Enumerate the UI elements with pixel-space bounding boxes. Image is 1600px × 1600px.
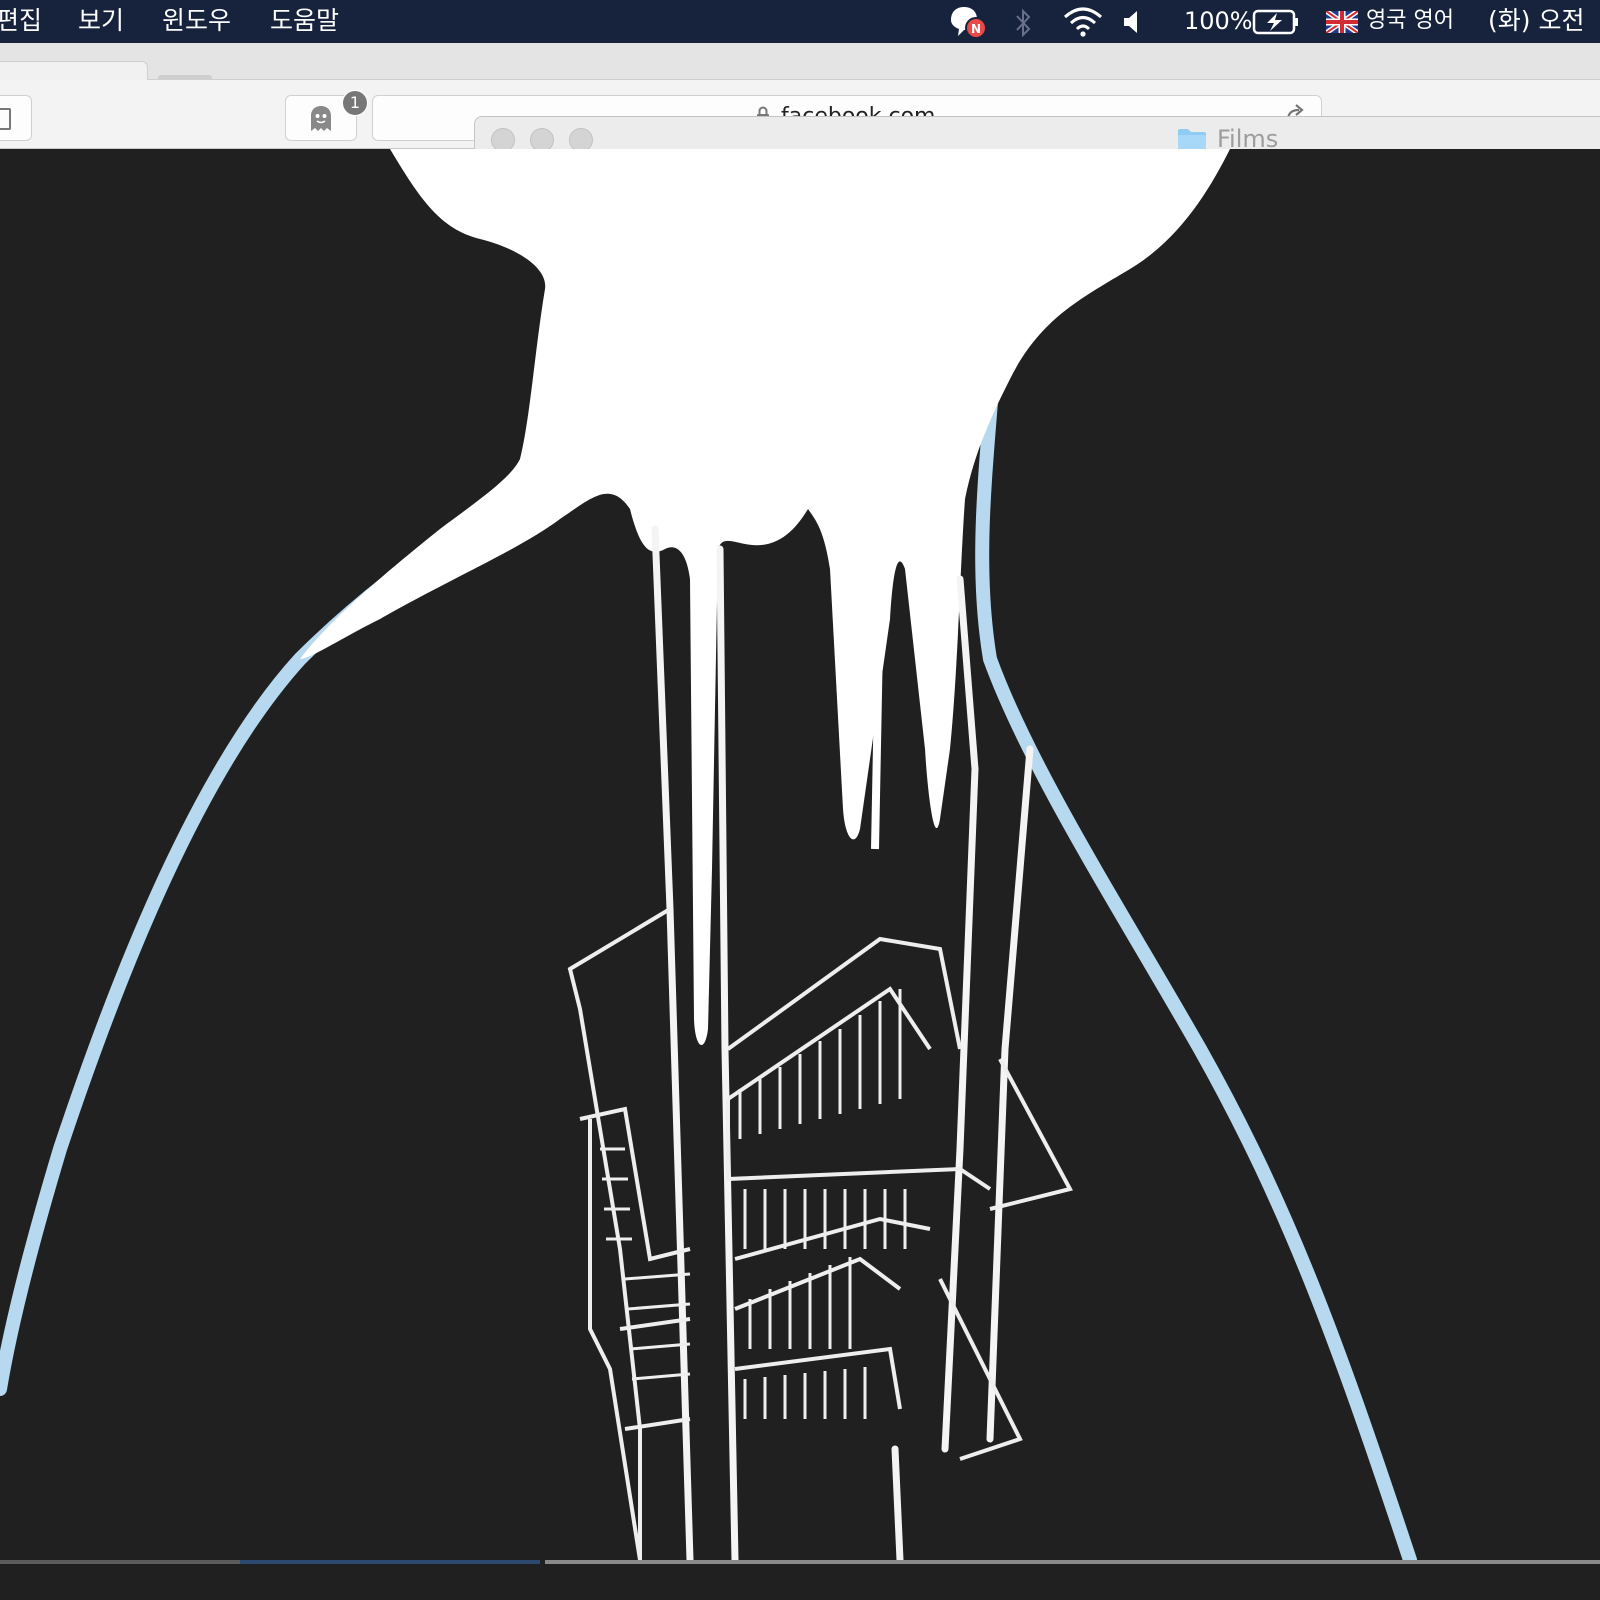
white-splash xyxy=(300,149,1230,1046)
messenger-icon[interactable]: N xyxy=(948,4,990,40)
menu-edit[interactable]: 편집 xyxy=(0,5,42,37)
bottom-bar-segment xyxy=(240,1560,540,1564)
volume-icon[interactable] xyxy=(1122,9,1144,35)
extension-badge: 1 xyxy=(342,90,368,116)
uk-flag-icon xyxy=(1326,11,1358,33)
bottom-edge xyxy=(0,1560,1600,1600)
battery-icon[interactable] xyxy=(1252,8,1300,36)
figure-outline-right xyxy=(975,382,1417,1567)
input-language[interactable]: 영국 영어 xyxy=(1366,5,1454,37)
bluetooth-icon[interactable] xyxy=(1014,7,1034,39)
menu-bar: 편집 보기 윈도우 도움말 N 100% 영국 영어 (화) 오전 xyxy=(0,0,1600,43)
splash-drip xyxy=(871,588,884,850)
browser-tab[interactable] xyxy=(0,61,148,82)
menu-help[interactable]: 도움말 xyxy=(270,5,339,37)
bottom-bar-segment xyxy=(0,1560,240,1564)
battery-percent: 100% xyxy=(1184,7,1253,35)
bottom-bar-segment xyxy=(545,1560,1600,1564)
illustration xyxy=(0,149,1417,1567)
menu-window[interactable]: 윈도우 xyxy=(162,5,231,37)
sidebar-icon xyxy=(0,108,11,130)
ghost-icon xyxy=(311,106,331,131)
tab-strip xyxy=(0,43,1600,82)
folder-icon xyxy=(1178,129,1206,150)
clock[interactable]: (화) 오전 xyxy=(1488,5,1584,37)
extension-badge-count: 1 xyxy=(349,93,361,112)
sidebar-button[interactable] xyxy=(0,95,32,141)
svg-text:N: N xyxy=(971,22,981,36)
artwork-image xyxy=(0,149,1600,1567)
menu-view[interactable]: 보기 xyxy=(78,5,124,37)
figure-outline-left xyxy=(0,482,527,1396)
wifi-icon[interactable] xyxy=(1062,6,1104,38)
